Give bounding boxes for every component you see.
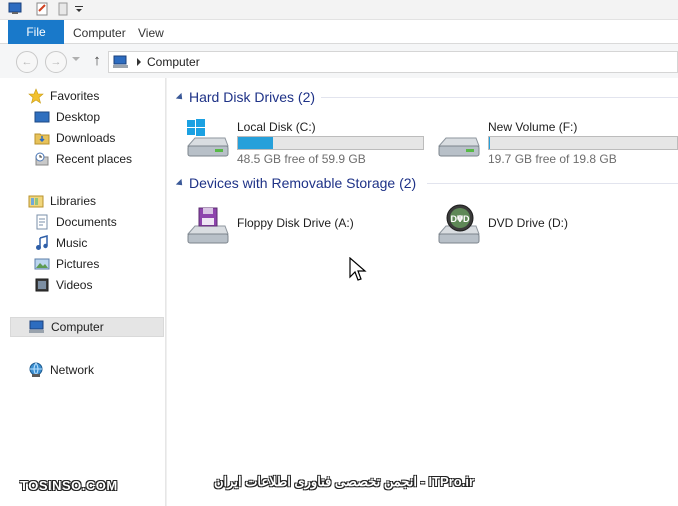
recent-places-icon	[34, 151, 50, 167]
navigation-pane: Favorites Desktop Downloads Recent place…	[0, 78, 166, 506]
drive-usage-fill	[238, 137, 274, 149]
dvd-drive-icon: DVD	[437, 204, 480, 244]
drive-f[interactable]: New Volume (F:) 19.7 GB free of 19.8 GB	[436, 118, 678, 166]
music-icon	[34, 235, 50, 251]
customize-toolbar-icon[interactable]	[72, 1, 86, 17]
group-title: Devices with Removable Storage (2)	[189, 175, 417, 191]
collapse-chevron-icon[interactable]	[175, 92, 186, 102]
up-button[interactable]: ↑	[90, 53, 104, 69]
drive-usage-bar	[488, 136, 678, 150]
drive-d[interactable]: DVD DVD Drive (D:)	[436, 204, 636, 248]
documents-icon	[34, 214, 50, 230]
nav-favorites[interactable]: Favorites	[28, 86, 99, 106]
drive-free-space: 19.7 GB free of 19.8 GB	[488, 152, 617, 166]
drive-a[interactable]: Floppy Disk Drive (A:)	[185, 204, 425, 248]
star-icon	[28, 88, 44, 104]
properties-icon[interactable]	[32, 1, 52, 17]
new-folder-icon[interactable]	[56, 1, 70, 17]
navigation-row: ← → ↑ Computer	[0, 44, 678, 78]
nav-label: Libraries	[50, 194, 97, 208]
downloads-folder-icon	[34, 130, 50, 146]
mouse-cursor-icon	[349, 257, 367, 281]
floppy-drive-icon	[186, 207, 229, 244]
drive-usage-bar	[237, 136, 424, 150]
group-divider	[321, 97, 678, 98]
drive-usage-fill	[489, 137, 490, 149]
nav-music[interactable]: Music	[34, 233, 87, 253]
nav-pictures[interactable]: Pictures	[34, 254, 99, 274]
nav-label: Videos	[56, 278, 93, 292]
drive-name: DVD Drive (D:)	[488, 216, 568, 230]
window-system-icon[interactable]	[6, 1, 26, 17]
nav-downloads[interactable]: Downloads	[34, 128, 115, 148]
hard-drive-icon	[437, 137, 480, 157]
back-button[interactable]: ←	[16, 51, 38, 73]
watermark-left: TOSINSO.COM	[20, 478, 118, 493]
videos-icon	[34, 277, 50, 293]
nav-label: Recent places	[56, 152, 133, 166]
desktop-icon	[34, 109, 50, 125]
forward-button[interactable]: →	[45, 51, 67, 73]
dvd-badge: DVD	[450, 214, 470, 224]
up-arrow-icon: ↑	[93, 52, 101, 69]
nav-recent-places[interactable]: Recent places	[34, 149, 132, 169]
tab-view[interactable]: View	[138, 20, 164, 44]
nav-label: Computer	[51, 320, 104, 334]
address-bar[interactable]: Computer	[108, 51, 678, 73]
network-icon	[28, 362, 44, 378]
nav-documents[interactable]: Documents	[34, 212, 117, 232]
nav-libraries[interactable]: Libraries	[28, 191, 96, 211]
computer-icon	[29, 319, 45, 335]
nav-label: Music	[56, 236, 88, 250]
collapse-chevron-icon[interactable]	[175, 178, 186, 188]
ribbon: File Computer View	[0, 20, 678, 44]
forward-arrow-icon: →	[50, 56, 62, 68]
recent-locations-dropdown[interactable]	[72, 57, 80, 61]
hard-drive-windows-icon	[186, 119, 229, 157]
tab-computer[interactable]: Computer	[73, 20, 126, 44]
breadcrumb-computer[interactable]: Computer	[147, 55, 200, 69]
watermark-right: انجمن تخصصی فناوری اطلاعات ایران - ITPro…	[214, 474, 474, 489]
group-hard-disk-drives[interactable]: Hard Disk Drives (2)	[173, 87, 315, 107]
nav-label: Pictures	[56, 257, 100, 271]
nav-label: Desktop	[56, 110, 101, 124]
nav-label: Documents	[56, 215, 117, 229]
group-removable-storage[interactable]: Devices with Removable Storage (2)	[173, 173, 416, 193]
drive-name: New Volume (F:)	[488, 120, 578, 134]
group-divider	[427, 183, 678, 184]
nav-videos[interactable]: Videos	[34, 275, 92, 295]
breadcrumb-chevron-icon[interactable]	[137, 58, 141, 66]
nav-computer[interactable]: Computer	[10, 317, 164, 337]
pictures-icon	[34, 256, 50, 272]
computer-icon	[113, 55, 128, 68]
nav-desktop[interactable]: Desktop	[34, 107, 100, 127]
nav-label: Network	[50, 363, 95, 377]
drive-c[interactable]: Local Disk (C:) 48.5 GB free of 59.9 GB	[185, 118, 425, 166]
content-pane: Hard Disk Drives (2) Local Disk (C:) 48.…	[167, 78, 678, 506]
drive-name: Floppy Disk Drive (A:)	[237, 216, 354, 230]
nav-network[interactable]: Network	[28, 360, 94, 380]
title-bar	[0, 0, 678, 20]
tab-file[interactable]: File	[8, 20, 64, 44]
nav-label: Downloads	[56, 131, 116, 145]
back-arrow-icon: ←	[21, 56, 33, 68]
group-title: Hard Disk Drives (2)	[189, 89, 316, 105]
libraries-icon	[28, 193, 44, 209]
nav-label: Favorites	[50, 89, 100, 103]
drive-free-space: 48.5 GB free of 59.9 GB	[237, 152, 366, 166]
drive-name: Local Disk (C:)	[237, 120, 316, 134]
